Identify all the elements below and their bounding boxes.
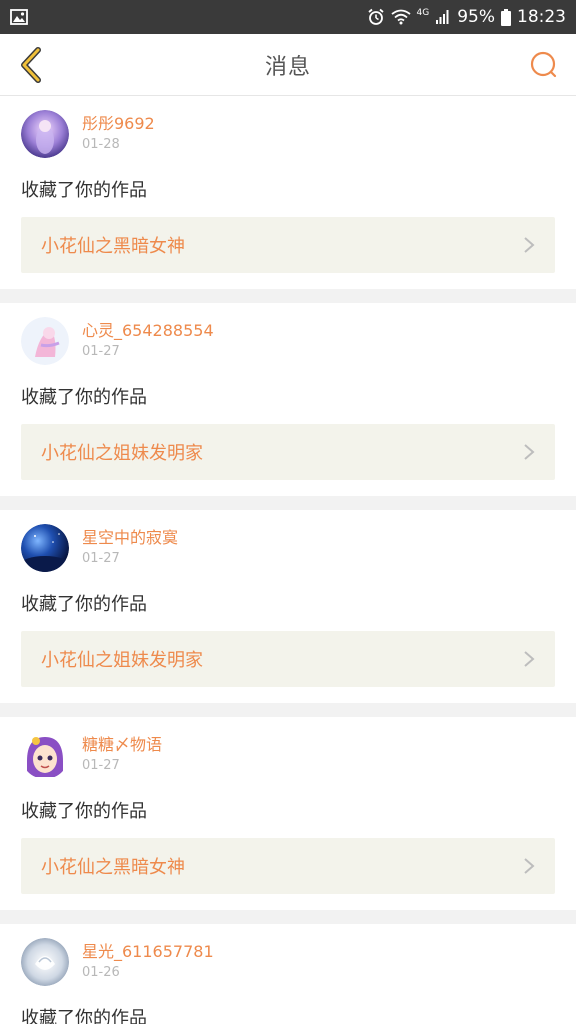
message-date: 01-27 [82,551,120,566]
action-text: 收藏了你的作品 [21,594,147,615]
username[interactable]: 星空中的寂寞 [82,527,178,549]
message-list: 彤彤9692 01-28 收藏了你的作品 小花仙之黑暗女神 心灵_6542885… [0,96,576,1024]
message-card: 星光_611657781 01-26 收藏了你的作品 [0,924,576,1024]
username[interactable]: 心灵_654288554 [82,320,214,342]
user-meta: 彤彤9692 01-28 [82,113,155,155]
work-title: 小花仙之黑暗女神 [41,857,185,878]
message-card: 心灵_654288554 01-27 收藏了你的作品 小花仙之姐妹发明家 [0,303,576,496]
message-header: 星光_611657781 01-26 [21,938,555,986]
cell-signal-icon [435,9,451,25]
top-navigation-bar: 消息 [0,34,576,96]
back-button[interactable] [14,46,50,83]
status-bar: 4G 95% 18:23 [0,0,576,34]
message-date: 01-28 [82,137,120,152]
message-date: 01-27 [82,758,120,773]
action-text: 收藏了你的作品 [21,801,147,822]
avatar[interactable] [21,731,69,779]
work-link[interactable]: 小花仙之黑暗女神 [21,217,555,273]
message-header: 心灵_654288554 01-27 [21,317,555,365]
alarm-icon [367,8,385,26]
search-button[interactable] [526,47,562,83]
status-time: 18:23 [517,7,566,27]
message-header: 糖糖〆物语 01-27 [21,731,555,779]
work-title: 小花仙之姐妹发明家 [41,650,203,671]
message-header: 彤彤9692 01-28 [21,110,555,158]
search-icon [530,51,557,77]
message-date: 01-26 [82,965,120,980]
message-card: 彤彤9692 01-28 收藏了你的作品 小花仙之黑暗女神 [0,96,576,289]
user-meta: 星空中的寂寞 01-27 [82,527,178,569]
image-notification-icon [10,9,28,25]
username[interactable]: 糖糖〆物语 [82,734,162,756]
user-meta: 心灵_654288554 01-27 [82,320,214,362]
page-title: 消息 [264,54,311,80]
user-meta: 星光_611657781 01-26 [82,941,214,983]
message-card: 星空中的寂寞 01-27 收藏了你的作品 小花仙之姐妹发明家 [0,510,576,703]
wifi-icon [390,9,411,25]
chevron-right-icon [524,444,535,460]
username[interactable]: 星光_611657781 [82,941,214,963]
battery-percent: 95% [457,7,495,27]
status-left [10,9,28,25]
work-title: 小花仙之姐妹发明家 [41,443,203,464]
work-title: 小花仙之黑暗女神 [41,236,185,257]
chevron-right-icon [524,237,535,253]
message-date: 01-27 [82,344,120,359]
action-text: 收藏了你的作品 [21,1008,147,1024]
back-chevron-icon [21,46,41,83]
action-text: 收藏了你的作品 [21,387,147,408]
network-type-label: 4G [416,8,430,18]
avatar[interactable] [21,524,69,572]
action-text: 收藏了你的作品 [21,180,147,201]
status-right: 4G 95% 18:23 [367,7,566,27]
username[interactable]: 彤彤9692 [82,113,155,135]
avatar[interactable] [21,110,69,158]
user-meta: 糖糖〆物语 01-27 [82,734,162,776]
avatar[interactable] [21,317,69,365]
battery-icon [501,8,511,26]
message-header: 星空中的寂寞 01-27 [21,524,555,572]
message-card: 糖糖〆物语 01-27 收藏了你的作品 小花仙之黑暗女神 [0,717,576,910]
chevron-right-icon [524,651,535,667]
avatar[interactable] [21,938,69,986]
work-link[interactable]: 小花仙之姐妹发明家 [21,631,555,687]
work-link[interactable]: 小花仙之姐妹发明家 [21,424,555,480]
chevron-right-icon [524,858,535,874]
work-link[interactable]: 小花仙之黑暗女神 [21,838,555,894]
